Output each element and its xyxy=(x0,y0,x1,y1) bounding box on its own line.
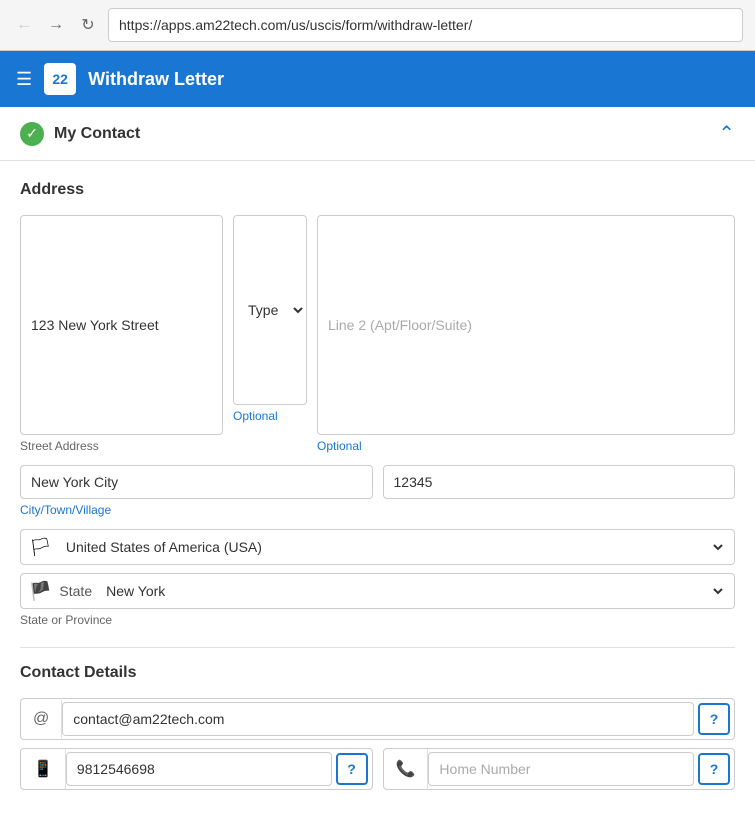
state-label-text: State xyxy=(59,583,92,599)
forward-button[interactable]: → xyxy=(44,13,68,37)
country-flag-icon: 🏳 xyxy=(29,537,52,558)
section-title: My Contact xyxy=(54,125,140,143)
home-help-button[interactable]: ? xyxy=(698,753,730,785)
city-label: City/Town/Village xyxy=(20,503,373,517)
main-content: ✓ My Contact ⌃ Address Street Address Ty… xyxy=(0,107,755,818)
email-icon: @ xyxy=(33,710,49,727)
email-input[interactable] xyxy=(62,702,694,736)
state-row: 🏴 State New York California Texas Florid… xyxy=(20,573,735,627)
email-row: @ ? xyxy=(20,698,735,740)
street-input[interactable] xyxy=(20,215,223,435)
line2-optional-label: Optional xyxy=(317,439,735,453)
phone-input[interactable] xyxy=(66,752,332,786)
url-bar[interactable] xyxy=(108,8,743,42)
city-field: City/Town/Village xyxy=(20,465,373,517)
menu-button[interactable]: ☰ xyxy=(16,69,32,90)
email-help-button[interactable]: ? xyxy=(698,703,730,735)
line2-field: Optional xyxy=(317,215,735,453)
address-group-title: Address xyxy=(20,181,735,199)
section-divider xyxy=(20,647,735,648)
app-logo: 22 xyxy=(44,63,76,95)
reload-button[interactable]: ↻ xyxy=(76,13,100,37)
app-header: ☰ 22 Withdraw Letter xyxy=(0,51,755,107)
phone-home-row: 📱 ? 📞 ? xyxy=(20,748,735,798)
home-phone-icon: 📞 xyxy=(396,761,416,778)
zip-input[interactable] xyxy=(383,465,736,499)
home-icon-area: 📞 xyxy=(384,749,429,789)
country-select-wrapper: 🏳 United States of America (USA) Canada … xyxy=(20,529,735,565)
form-area: Address Street Address Type Apt Floor Su… xyxy=(0,161,755,818)
collapse-button[interactable]: ⌃ xyxy=(718,121,735,146)
state-select[interactable]: New York California Texas Florida Illino… xyxy=(100,576,726,606)
phone-half: 📱 ? xyxy=(20,748,373,798)
country-select[interactable]: United States of America (USA) Canada Un… xyxy=(60,532,726,562)
section-header: ✓ My Contact ⌃ xyxy=(0,107,755,161)
email-icon-area: @ xyxy=(21,700,62,738)
check-circle-icon: ✓ xyxy=(20,122,44,146)
country-row: 🏳 United States of America (USA) Canada … xyxy=(20,529,735,565)
zip-field xyxy=(383,465,736,517)
state-flag-icon: 🏴 xyxy=(29,581,51,602)
type-field: Type Apt Floor Suite Optional xyxy=(233,215,307,453)
state-select-wrapper: 🏴 State New York California Texas Florid… xyxy=(20,573,735,609)
phone-icon: 📱 xyxy=(33,761,53,778)
street-row: Street Address Type Apt Floor Suite Opti… xyxy=(20,215,735,453)
phone-help-button[interactable]: ? xyxy=(336,753,368,785)
city-input[interactable] xyxy=(20,465,373,499)
home-input[interactable] xyxy=(428,752,694,786)
home-half: 📞 ? xyxy=(383,748,736,798)
street-field: Street Address xyxy=(20,215,223,453)
line2-input[interactable] xyxy=(317,215,735,435)
section-header-left: ✓ My Contact xyxy=(20,122,140,146)
browser-chrome: ← → ↻ xyxy=(0,0,755,51)
contact-group-title: Contact Details xyxy=(20,664,735,682)
type-optional-label: Optional xyxy=(233,409,307,423)
street-label: Street Address xyxy=(20,439,223,453)
phone-row: 📱 ? xyxy=(20,748,373,790)
phone-icon-area: 📱 xyxy=(21,749,66,789)
back-button[interactable]: ← xyxy=(12,13,36,37)
app-title: Withdraw Letter xyxy=(88,69,224,90)
type-select[interactable]: Type Apt Floor Suite xyxy=(233,215,307,405)
home-row: 📞 ? xyxy=(383,748,736,790)
state-province-label: State or Province xyxy=(20,613,735,627)
city-zip-row: City/Town/Village xyxy=(20,465,735,517)
